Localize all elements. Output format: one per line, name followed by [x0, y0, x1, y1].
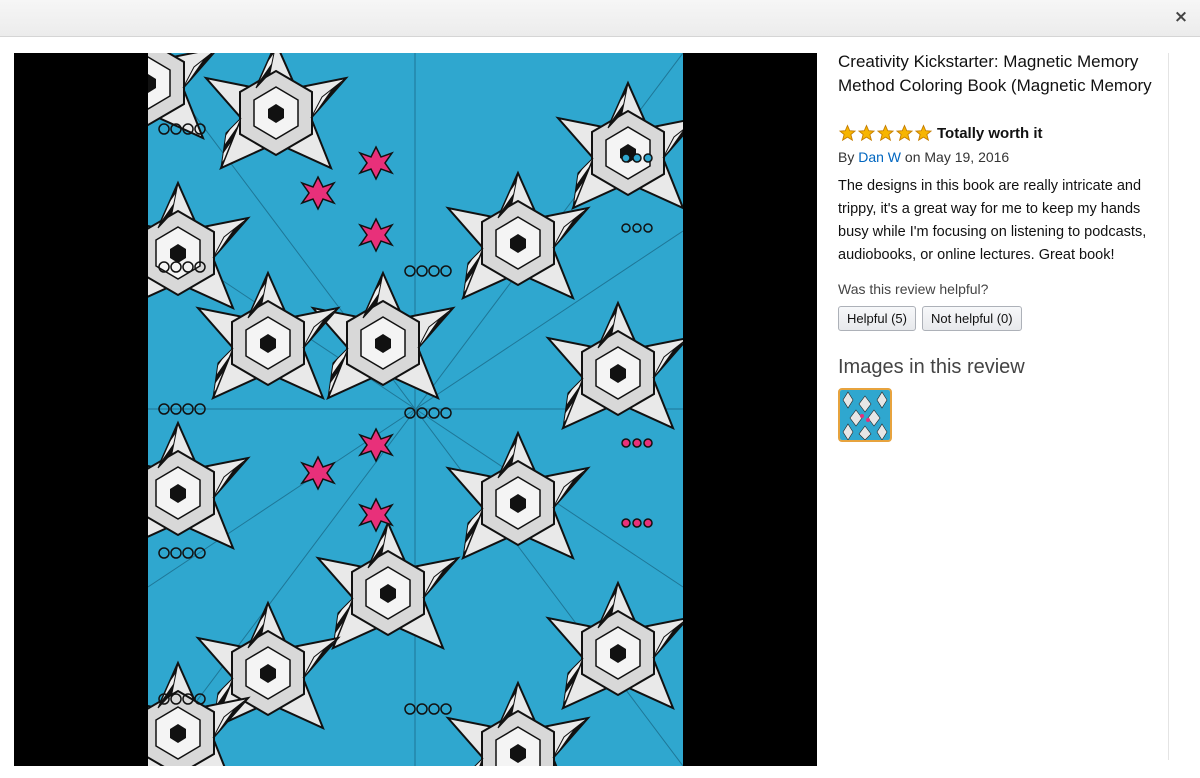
star-icon: [857, 124, 876, 142]
kaleidoscope-artwork: [148, 53, 683, 766]
star-icon: [876, 124, 895, 142]
review-title: Totally worth it: [937, 124, 1043, 142]
star-icon: [838, 124, 857, 142]
byline-prefix: By: [838, 149, 855, 165]
review-byline: By Dan W on May 19, 2016: [838, 147, 1168, 167]
product-title-link[interactable]: Creativity Kickstarter: Magnetic Memory …: [838, 50, 1168, 98]
vote-buttons: Helpful (5) Not helpful (0): [838, 306, 1168, 331]
helpful-button[interactable]: Helpful (5): [838, 306, 916, 331]
review-image-thumbnail[interactable]: [838, 388, 892, 442]
close-button[interactable]: ×: [1170, 6, 1192, 28]
star-rating: [838, 124, 933, 142]
image-viewer: [14, 53, 817, 766]
star-icon: [914, 124, 933, 142]
modal-header-bar: ×: [0, 0, 1200, 37]
review-body: The designs in this book are really intr…: [838, 178, 1147, 263]
not-helpful-button[interactable]: Not helpful (0): [921, 306, 1022, 331]
helpful-question: Was this review helpful?: [838, 281, 989, 297]
author-link[interactable]: Dan W: [858, 149, 901, 165]
review-panel: Creativity Kickstarter: Magnetic Memory …: [838, 50, 1168, 442]
star-icon: [895, 124, 914, 142]
review-image[interactable]: [148, 53, 683, 766]
thumbnail-image: [840, 390, 890, 440]
review-date: on May 19, 2016: [904, 149, 1010, 165]
images-heading: Images in this review: [838, 356, 1025, 378]
panel-divider: [1168, 53, 1169, 760]
review-header: Totally worth it: [838, 123, 1168, 143]
